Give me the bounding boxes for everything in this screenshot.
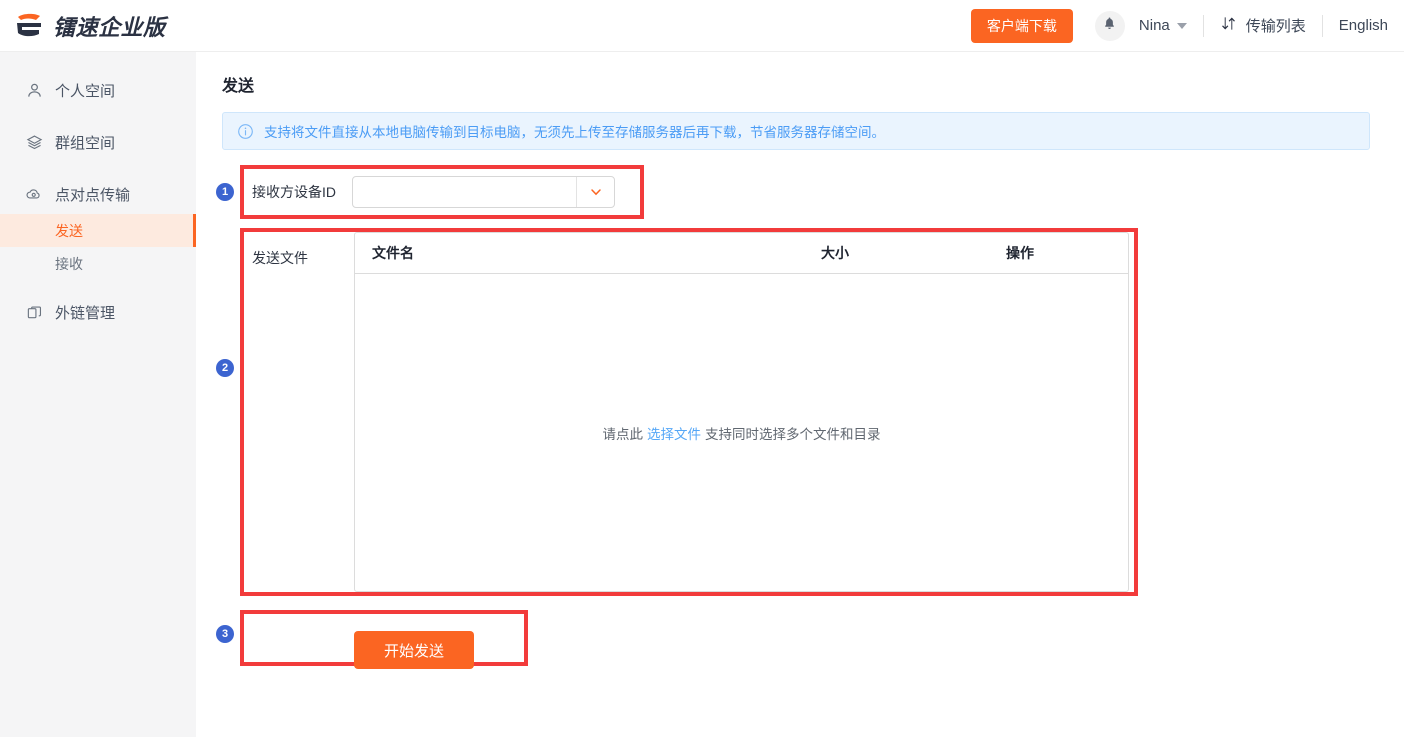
transfer-list-label: 传输列表 — [1245, 18, 1306, 35]
notifications-button[interactable] — [1094, 10, 1125, 41]
divider — [1321, 14, 1323, 37]
file-table: 文件名 大小 操作 请点此 选择文件 支持同时选择多个文件和目录 — [354, 232, 1129, 592]
sidebar-item-p2p-transfer[interactable]: 点对点传输 — [0, 174, 196, 214]
transfer-arrows-icon — [1220, 15, 1237, 36]
file-table-header: 文件名 大小 操作 — [355, 233, 1128, 274]
sidebar-item-label: 外链管理 — [55, 304, 116, 322]
user-name-label: Nina — [1138, 17, 1170, 34]
step-badge-3: 3 — [216, 625, 234, 643]
top-bar-actions: 客户端下载 Nina 传输列表 English — [970, 0, 1388, 52]
send-files-row: 发送文件 文件名 大小 操作 请点此 选择文件 支持同时选择多个文件和目录 — [244, 232, 1344, 592]
main-content: 发送 支持将文件直接从本地电脑传输到目标电脑，无须先上传至存储服务器后再下载，节… — [196, 52, 1404, 737]
chevron-down-icon[interactable] — [576, 177, 614, 207]
sidebar-subitem-label: 接收 — [55, 255, 83, 272]
user-menu[interactable]: Nina — [1139, 17, 1187, 34]
sidebar-item-label: 点对点传输 — [55, 186, 131, 204]
external-link-icon — [25, 303, 43, 321]
column-header-filename: 文件名 — [372, 245, 414, 261]
sidebar-item-send[interactable]: 发送 — [0, 214, 196, 247]
column-header-action: 操作 — [1006, 245, 1034, 261]
divider — [1202, 14, 1204, 37]
page-title: 发送 — [222, 78, 255, 95]
top-bar: 镭速企业版 客户端下载 Nina 传输列表 English — [0, 0, 1404, 52]
receiver-device-row: 接收方设备ID — [244, 167, 644, 217]
sidebar-item-receive[interactable]: 接收 — [0, 247, 196, 280]
info-circle-icon — [237, 123, 254, 140]
column-header-size: 大小 — [821, 245, 849, 261]
sidebar-subitem-label: 发送 — [55, 222, 83, 239]
step-badge-2: 2 — [216, 359, 234, 377]
user-icon — [25, 81, 43, 99]
receiver-device-select[interactable] — [352, 176, 615, 208]
file-table-empty-state: 请点此 选择文件 支持同时选择多个文件和目录 — [355, 274, 1128, 591]
info-banner: 支持将文件直接从本地电脑传输到目标电脑，无须先上传至存储服务器后再下载，节省服务… — [222, 112, 1370, 150]
bell-icon — [1102, 16, 1117, 36]
sidebar-item-label: 群组空间 — [55, 134, 116, 152]
brand-name: 镭速企业版 — [53, 14, 166, 40]
sidebar-item-label: 个人空间 — [55, 82, 116, 100]
laizhi-logo-icon — [14, 12, 44, 39]
chevron-down-icon — [1176, 22, 1187, 29]
receiver-device-input[interactable] — [353, 177, 576, 207]
step-badge-1: 1 — [216, 183, 234, 201]
info-banner-text: 支持将文件直接从本地电脑传输到目标电脑，无须先上传至存储服务器后再下载，节省服务… — [264, 125, 885, 140]
receiver-device-label: 接收方设备ID — [252, 184, 336, 200]
sidebar-item-personal-space[interactable]: 个人空间 — [0, 70, 196, 110]
cloud-sync-icon — [25, 185, 43, 203]
send-action-row: 开始发送 — [244, 624, 524, 676]
send-files-label: 发送文件 — [252, 250, 308, 266]
choose-files-link[interactable]: 选择文件 — [647, 423, 701, 443]
layers-icon — [25, 133, 43, 151]
sidebar: 个人空间 群组空间 点对点传输 发送 接收 外链管理 — [0, 52, 196, 737]
language-switch[interactable]: English — [1339, 17, 1388, 34]
empty-prefix-text: 请点此 — [602, 426, 644, 442]
client-download-button[interactable]: 客户端下载 — [970, 8, 1073, 43]
transfer-list-button[interactable]: 传输列表 — [1220, 15, 1306, 36]
start-send-button[interactable]: 开始发送 — [354, 631, 474, 669]
empty-suffix-text: 支持同时选择多个文件和目录 — [705, 426, 881, 442]
brand-logo[interactable]: 镭速企业版 — [14, 10, 166, 42]
sidebar-item-external-link[interactable]: 外链管理 — [0, 292, 196, 332]
sidebar-item-group-space[interactable]: 群组空间 — [0, 122, 196, 162]
